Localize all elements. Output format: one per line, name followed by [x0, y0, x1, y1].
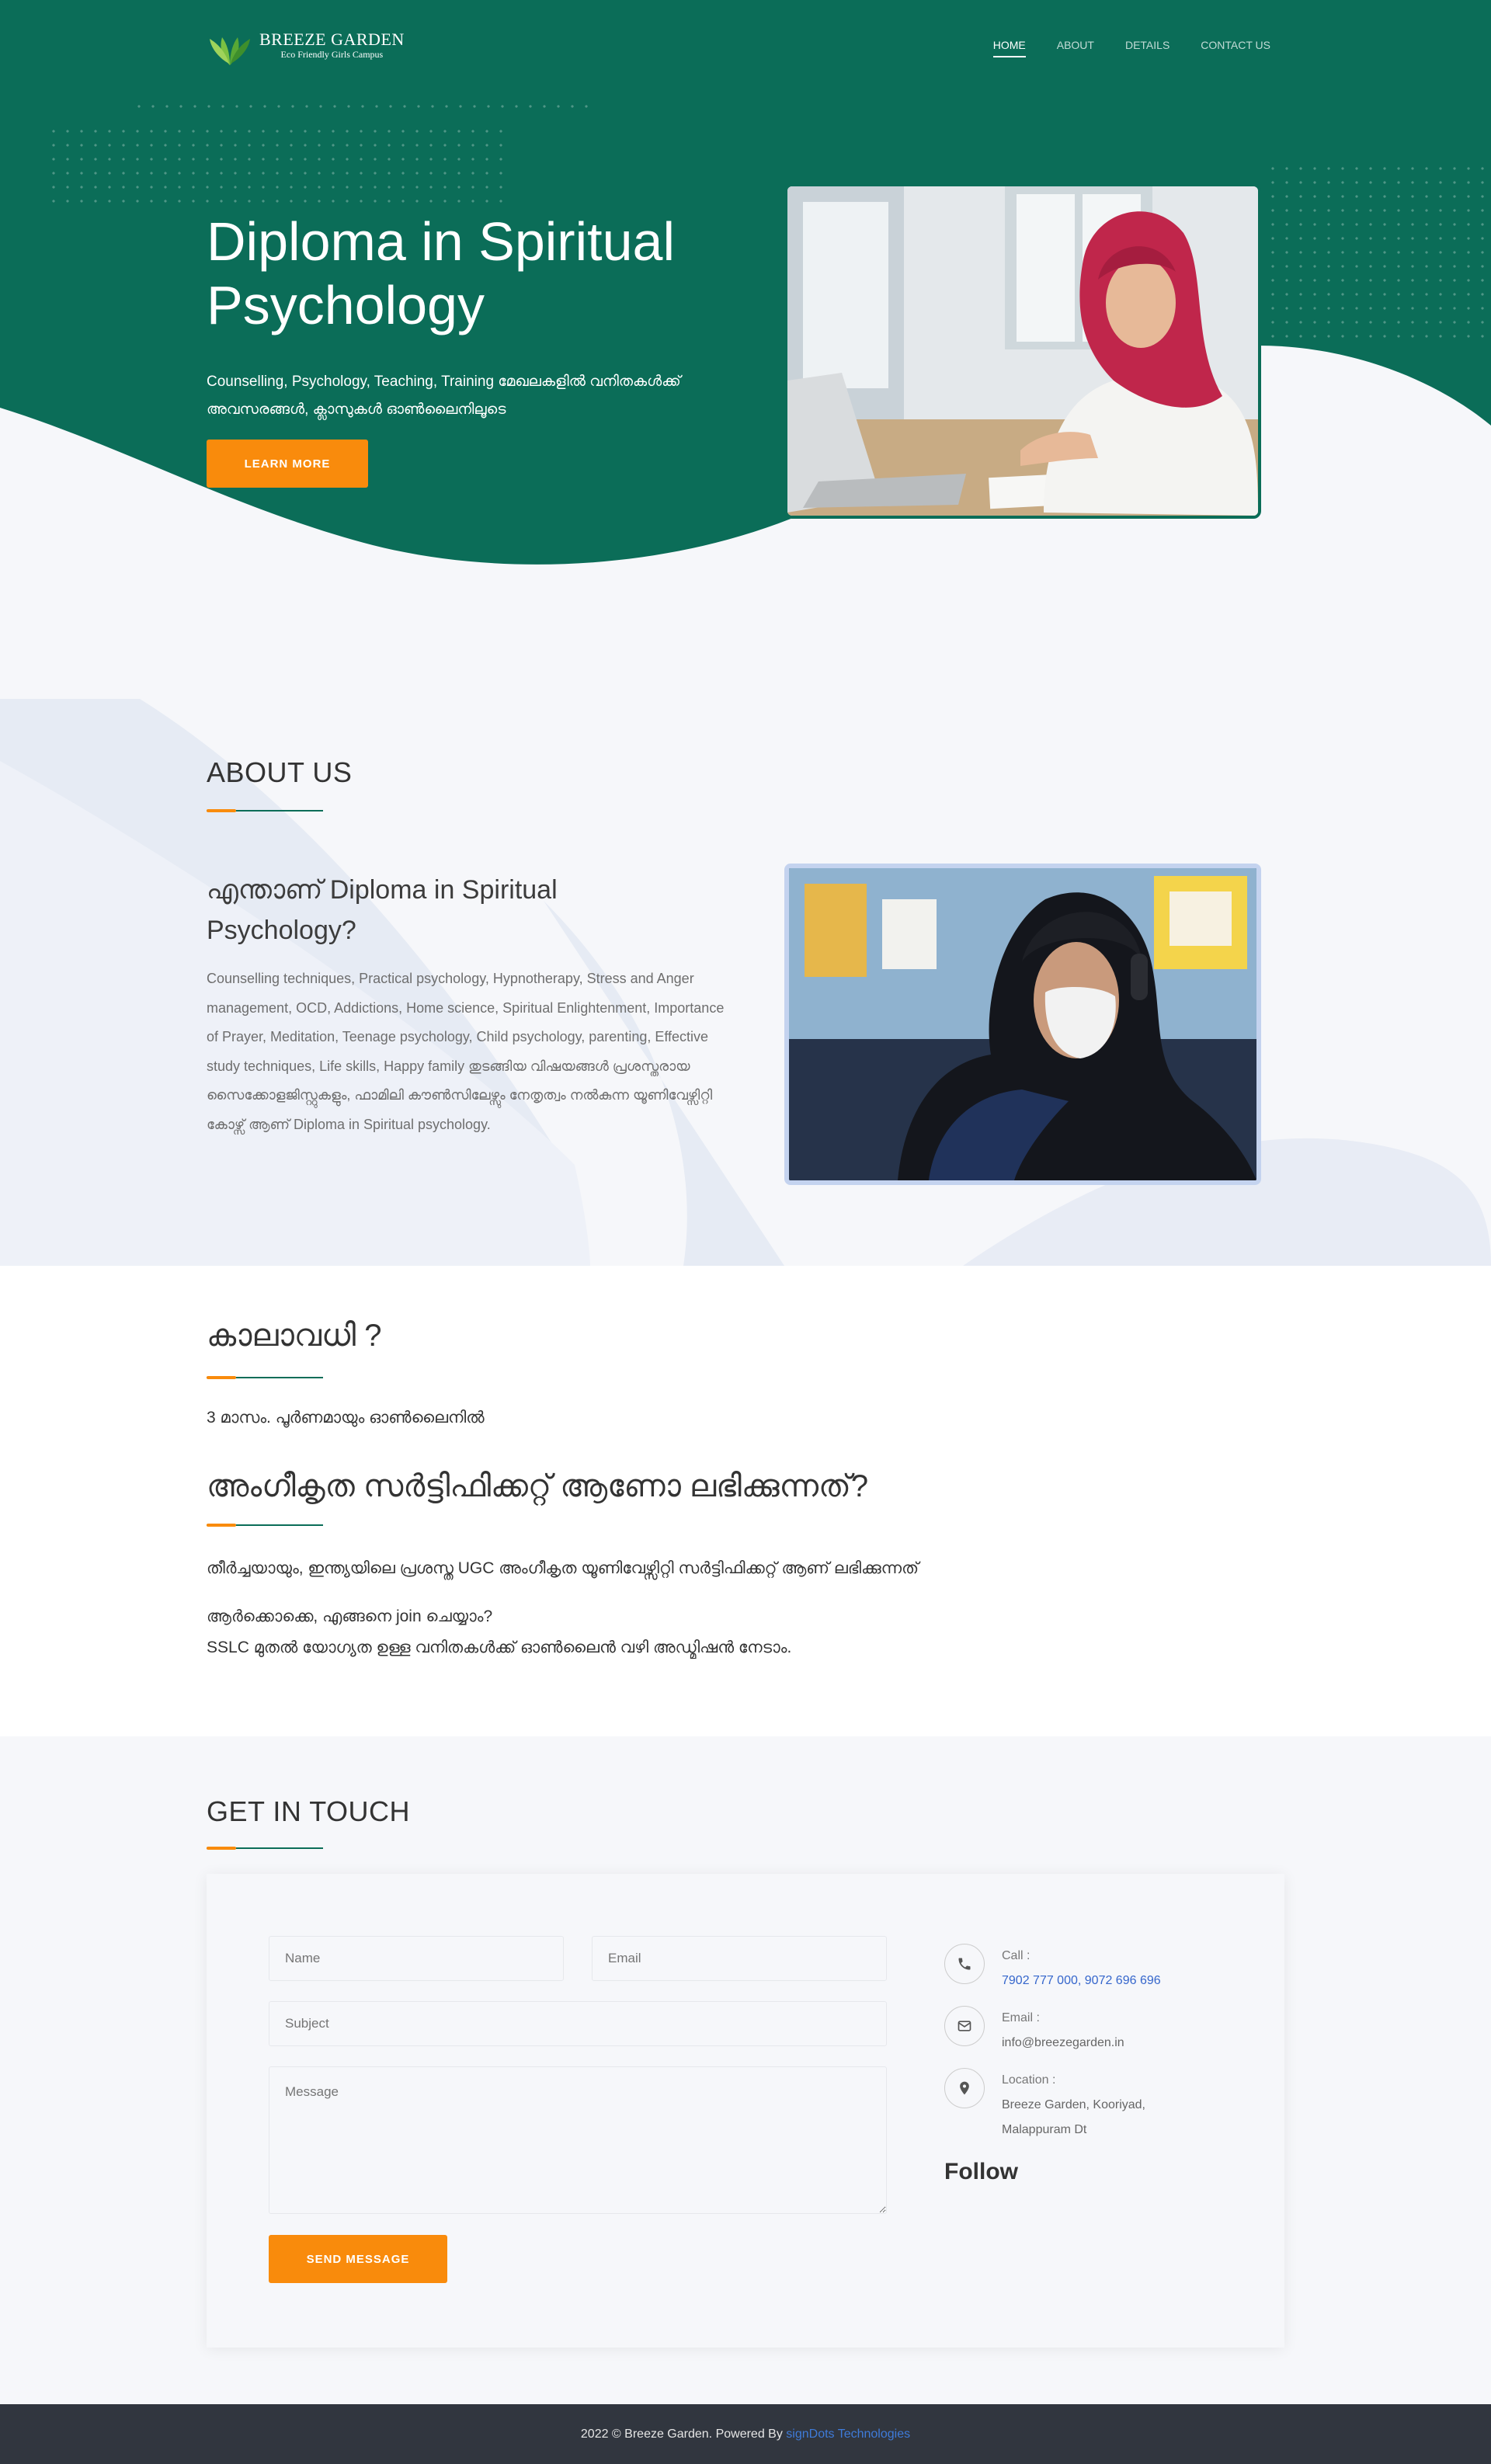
- email-label: Email :: [1002, 2011, 1040, 2024]
- navbar: BREEZE GARDEN Eco Friendly Girls Campus …: [207, 22, 1270, 76]
- about-body: Counselling techniques, Practical psycho…: [207, 971, 725, 1132]
- certificate-title: അംഗീകൃത സർട്ടിഫിക്കറ്റ് ആണോ ലഭിക്കുന്നത്…: [207, 1469, 869, 1503]
- brand-tagline: Eco Friendly Girls Campus: [280, 49, 384, 60]
- about-title: ABOUT US: [207, 756, 353, 788]
- certificate-text: തീർച്ചയായും, ഇന്ത്യയിലെ പ്രശസ്ത UGC അംഗീ…: [207, 1559, 919, 1577]
- footer-powered-link[interactable]: signDots Technologies: [786, 2428, 910, 2441]
- nav-contact[interactable]: CONTACT US: [1201, 39, 1270, 57]
- about-section: ABOUT US എന്താണ് Diploma in Spiritual Ps…: [0, 699, 1491, 1266]
- join-question: ആർക്കൊക്കെ, എങ്ങനെ join ചെയ്യാം?: [207, 1607, 493, 1625]
- duration-title: കാലാവധി ?: [207, 1319, 382, 1353]
- footer: 2022 © Breeze Garden. Powered By signDot…: [0, 2404, 1491, 2464]
- follow-heading: Follow: [944, 2159, 1018, 2184]
- about-heading: എന്താണ് Diploma in Spiritual Psychology?: [207, 875, 558, 945]
- hero-description: Counselling, Psychology, Teaching, Train…: [207, 374, 681, 418]
- about-student-image: [784, 864, 1261, 1185]
- leaf-logo-icon: [210, 37, 250, 65]
- hero-title: Diploma in Spiritual Psychology: [207, 211, 676, 335]
- join-answer: SSLC മുതൽ യോഗ്യത ഉള്ള വനിതകൾക്ക് ഓൺലൈൻ വ…: [207, 1639, 792, 1656]
- brand-logo[interactable]: BREEZE GARDEN Eco Friendly Girls Campus: [207, 22, 405, 68]
- contact-section: GET IN TOUCH SEND MESSAGE Call : 7902 77…: [0, 1736, 1491, 2404]
- title-underline: [207, 1376, 323, 1379]
- contact-call: Call : 7902 777 000, 9072 696 696: [944, 1944, 1161, 1993]
- hero-student-image: [784, 183, 1261, 519]
- nav-about[interactable]: ABOUT: [1057, 39, 1094, 57]
- map-pin-icon: [944, 2068, 985, 2108]
- envelope-icon: [944, 2006, 985, 2046]
- location-line2: Malappuram Dt: [1002, 2123, 1087, 2136]
- email-input[interactable]: [592, 1936, 887, 1981]
- name-input[interactable]: [269, 1936, 564, 1981]
- dot-pattern: [132, 99, 598, 115]
- phone-icon: [944, 1944, 985, 1984]
- duration-text: 3 മാസം. പൂർണമായും ഓൺലൈനിൽ: [207, 1409, 485, 1427]
- contact-email: Email : info@breezegarden.in: [944, 2006, 1124, 2056]
- title-underline: [207, 1847, 323, 1850]
- contact-card: SEND MESSAGE Call : 7902 777 000, 9072 6…: [207, 1874, 1284, 2348]
- main-nav: HOME ABOUT DETAILS CONTACT US: [992, 39, 1270, 57]
- title-underline: [207, 809, 323, 812]
- call-value[interactable]: 7902 777 000, 9072 696 696: [1002, 1969, 1161, 1993]
- contact-location: Location : Breeze Garden, Kooriyad, Mala…: [944, 2068, 1145, 2143]
- footer-copyright: 2022 © Breeze Garden. Powered By: [580, 2428, 783, 2441]
- call-label: Call :: [1002, 1949, 1030, 1962]
- details-section: കാലാവധി ? 3 മാസം. പൂർണമായും ഓൺലൈനിൽ അംഗീ…: [0, 1266, 1491, 1736]
- location-line1: Breeze Garden, Kooriyad,: [1002, 2098, 1145, 2111]
- dot-pattern: [47, 124, 505, 210]
- dot-pattern: [1266, 162, 1491, 340]
- hero-section: BREEZE GARDEN Eco Friendly Girls Campus …: [0, 0, 1491, 699]
- email-value[interactable]: info@breezegarden.in: [1002, 2031, 1124, 2056]
- title-underline: [207, 1524, 323, 1527]
- subject-input[interactable]: [269, 2001, 887, 2046]
- contact-title: GET IN TOUCH: [207, 1795, 411, 1827]
- brand-name: BREEZE GARDEN: [259, 30, 405, 49]
- message-textarea[interactable]: [269, 2066, 887, 2214]
- learn-more-button[interactable]: LEARN MORE: [207, 440, 368, 488]
- nav-home[interactable]: HOME: [992, 39, 1026, 57]
- send-message-button[interactable]: SEND MESSAGE: [269, 2235, 447, 2283]
- location-label: Location :: [1002, 2073, 1056, 2087]
- nav-details[interactable]: DETAILS: [1125, 39, 1170, 57]
